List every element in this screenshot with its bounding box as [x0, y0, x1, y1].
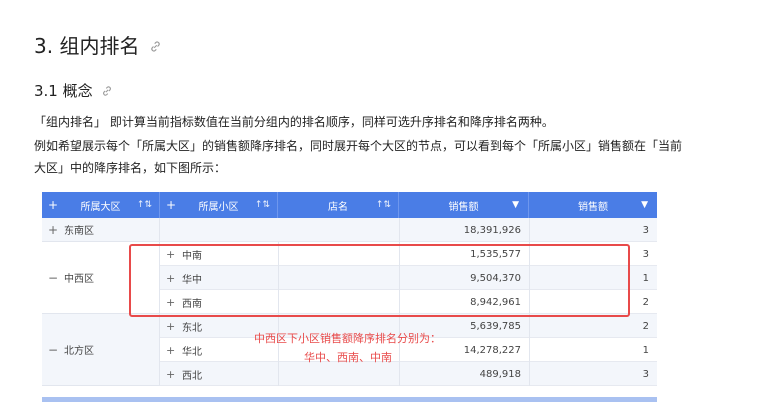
header-subregion-label: 所属小区 [198, 201, 239, 213]
highlight-box [129, 244, 630, 317]
expand-icon[interactable]: + [42, 223, 64, 237]
sales-value: 18,391,926 [463, 224, 521, 236]
subsection-heading-text: 3.1 概念 [34, 82, 93, 100]
expand-all-icon[interactable]: + [166, 198, 176, 212]
subregion-name: 西北 [182, 370, 202, 382]
expand-icon[interactable]: + [166, 368, 182, 381]
header-region[interactable]: + 所属大区 ↑⇅ [42, 192, 160, 218]
header-sales-label: 销售额 [448, 201, 479, 213]
expand-icon[interactable]: + [166, 320, 182, 333]
header-region-label: 所属大区 [80, 201, 121, 213]
collapse-icon[interactable]: − [42, 343, 64, 357]
rank-value: 3 [642, 224, 649, 236]
paragraph-1: 「组内排名」 即计算当前指标数值在当前分组内的排名顺序，同样可选升序排名和降序排… [34, 115, 554, 129]
sort-icon[interactable]: ↑⇅ [255, 200, 270, 210]
link-icon[interactable] [149, 40, 162, 53]
section-heading: 3. 组内排名 [34, 30, 162, 59]
header-subregion[interactable]: + 所属小区 ↑⇅ [160, 192, 278, 218]
region-cell[interactable]: − 北方区 [42, 314, 160, 386]
paragraph-2: 例如希望展示每个「所属大区」的销售额降序排名，同时展开每个大区的节点，可以看到每… [34, 139, 683, 153]
collapse-icon[interactable]: − [42, 271, 64, 285]
rank-value: 1 [642, 344, 649, 356]
header-store-label: 店名 [328, 201, 348, 213]
sort-icon[interactable]: ↑⇅ [376, 200, 391, 210]
region-name: 北方区 [64, 346, 94, 357]
header-sales-rank[interactable]: 销售额 ▼ [529, 192, 657, 218]
section-heading-text: 3. 组内排名 [34, 34, 140, 58]
caret-down-icon[interactable]: ▼ [512, 200, 519, 210]
rank-value: 2 [642, 320, 649, 332]
rank-value: 3 [642, 368, 649, 380]
subsection-heading: 3.1 概念 [34, 80, 113, 101]
paragraph-3: 大区」中的降序排名，如下图所示： [34, 161, 227, 175]
region-name: 中西区 [64, 274, 94, 285]
header-sales[interactable]: 销售额 ▼ [399, 192, 529, 218]
region-name: 东南区 [64, 226, 94, 237]
sales-value: 489,918 [479, 368, 521, 380]
annotation-line-1: 中西区下小区销售额降序排名分别为： [254, 332, 441, 345]
subregion-name: 东北 [182, 322, 202, 334]
annotation-line-2: 华中、西南、中南 [304, 351, 392, 364]
expand-icon[interactable]: + [166, 344, 182, 357]
expand-all-icon[interactable]: + [48, 198, 58, 212]
subregion-name: 华北 [182, 346, 202, 358]
subregion-cell[interactable]: + 西北 [166, 362, 276, 386]
region-cell[interactable]: + 东南区 [42, 218, 160, 242]
sort-icon[interactable]: ↑⇅ [137, 200, 152, 210]
caret-down-icon[interactable]: ▼ [641, 200, 648, 210]
link-icon[interactable] [101, 85, 113, 97]
header-sales-rank-label: 销售额 [578, 201, 608, 213]
header-store[interactable]: 店名 ↑⇅ [278, 192, 399, 218]
table-bottom-bar [42, 397, 657, 402]
